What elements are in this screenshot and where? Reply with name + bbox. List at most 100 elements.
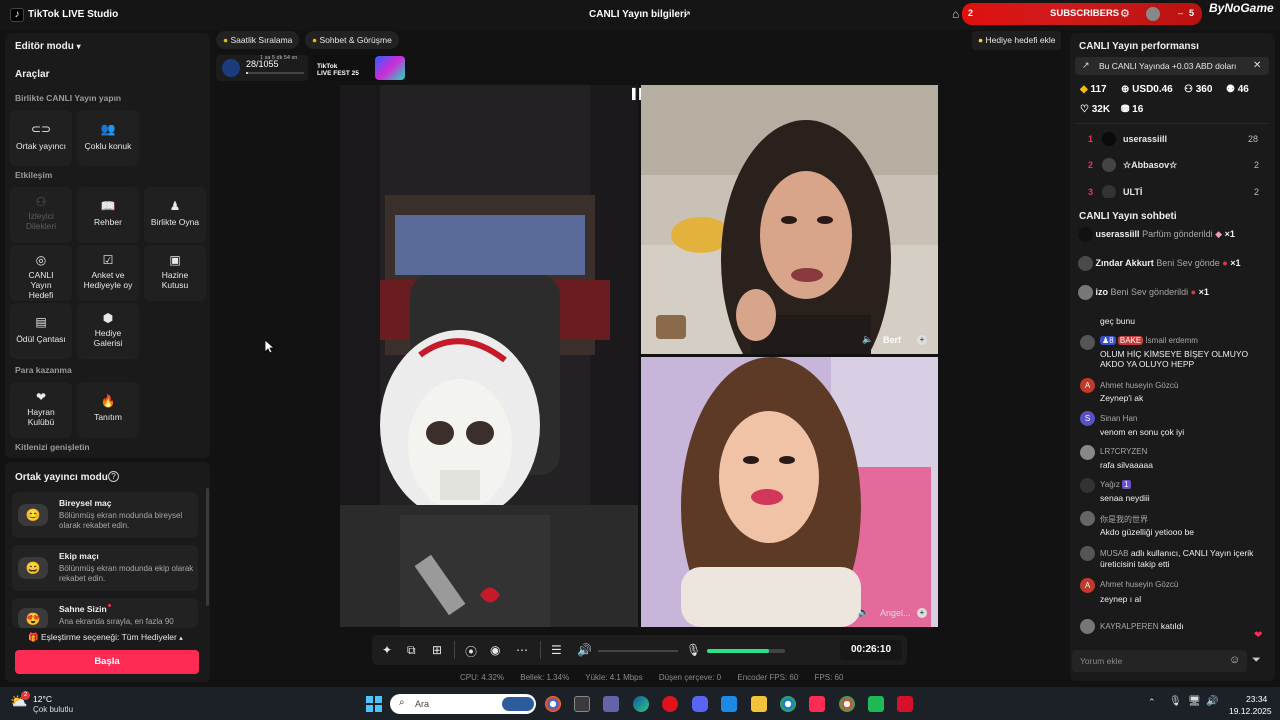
share-icon[interactable]: ↗	[682, 8, 694, 21]
tool-treasure[interactable]: ▣ Hazine Kutusu	[144, 245, 206, 301]
store-icon[interactable]	[574, 696, 590, 712]
teams-icon[interactable]	[603, 696, 619, 712]
weather-desc: Çok bulutlu	[33, 705, 74, 714]
volume-tray-icon[interactable]: 🔊	[1206, 696, 1218, 707]
avatar	[1080, 546, 1095, 561]
app-green-icon[interactable]	[868, 696, 884, 712]
volume-icon[interactable]: 🔊	[577, 643, 592, 657]
volume-slider[interactable]	[598, 650, 678, 652]
tool-poll[interactable]: ☑ Anket ve Hediyeyle oy	[77, 245, 139, 301]
rank-user: userassiill	[1123, 134, 1168, 144]
record-icon[interactable]: ⦿	[465, 643, 477, 660]
add-gift-goal-button[interactable]: ● Hediye hedefi ekle	[972, 31, 1062, 50]
divider	[540, 641, 541, 659]
tool-cohost[interactable]: ⊂⊃ Ortak yayıncı	[10, 110, 72, 166]
clock-date[interactable]: 19.12.2025	[1229, 706, 1272, 716]
tool-multi-guest[interactable]: 👥 Çoklu konuk	[77, 110, 139, 166]
fest-artwork	[375, 56, 405, 80]
gift-text: Beni Sev gönderildi	[1110, 286, 1189, 297]
gifters-stat: ⛃ 16	[1121, 104, 1143, 115]
chevron-up-icon[interactable]: ⌃	[1148, 697, 1156, 708]
mode-desc: Bölünmüş ekran modunda ekip olarak rekab…	[59, 564, 194, 583]
more-icon[interactable]: ⋯	[516, 643, 528, 657]
filter-icon[interactable]: ⏷	[1252, 654, 1261, 667]
opera-icon[interactable]	[662, 696, 678, 712]
guest1-add-icon[interactable]: +	[917, 335, 927, 345]
microphone-icon[interactable]: 🎙	[686, 643, 701, 657]
clock-time[interactable]: 23:34	[1246, 694, 1267, 704]
chrome-profile-icon[interactable]	[780, 696, 796, 712]
discord-icon[interactable]	[692, 696, 708, 712]
gift-text: Beni Sev gönde	[1156, 257, 1220, 268]
trend-icon: ↗	[1082, 60, 1090, 70]
tools-title: Araçlar	[15, 69, 50, 80]
start-button[interactable]: Başla	[15, 650, 199, 674]
dropped-frames-stat: Düşen çerçeve: 0	[658, 673, 722, 682]
microphone-tray-icon[interactable]: 🎙	[1169, 696, 1182, 707]
tool-gift-gallery[interactable]: ⬢ Hediye Galerisi	[77, 303, 139, 359]
ranking-row[interactable]: 1 userassiill 28	[1080, 131, 1260, 151]
tool-guide[interactable]: 📖 Rehber	[77, 187, 139, 243]
apple-gift-icon: ●	[1190, 286, 1197, 297]
camera-icon[interactable]: ◉	[490, 643, 500, 657]
tool-reward-bag[interactable]: ▤ Ödül Çantası	[10, 303, 72, 359]
tool-label: İzleyici Dilekleri	[25, 211, 57, 231]
editor-mode-dropdown[interactable]: Editör modu ▾	[15, 41, 81, 52]
tool-label: Ödül Çantası	[16, 334, 66, 344]
network-icon[interactable]: 🖥	[1188, 696, 1201, 707]
help-icon[interactable]: ?	[108, 471, 119, 482]
chrome-alt-icon[interactable]	[839, 696, 855, 712]
scrollbar[interactable]	[206, 488, 209, 606]
gift-user: userassiill	[1095, 228, 1140, 239]
chat-message: OLUM HİÇ KİMSEYE BİŞEY OLMUYO AKDO YA OL…	[1100, 349, 1249, 369]
tool-promotion[interactable]: 🔥 Tanıtım	[77, 382, 139, 438]
tool-play-together[interactable]: ♟ Birlikte Oyna	[144, 187, 206, 243]
rank-progress-track	[246, 72, 304, 74]
mode-card-individual[interactable]: 😊 Bireysel maç Bölünmüş ekran modunda bi…	[12, 492, 198, 538]
avatar: S	[1080, 411, 1095, 426]
cpu-stat: CPU: 4.32%	[460, 673, 505, 682]
tool-live-goal[interactable]: ◎ CANLI Yayın Hedefi	[10, 245, 72, 301]
poll-icon: ☑	[102, 253, 114, 267]
close-icon[interactable]: ✕	[1253, 60, 1261, 71]
ranking-row[interactable]: 2 ☆Abbasov☆ 2	[1080, 157, 1260, 177]
usd-stat: ⊕ USD0.46	[1121, 84, 1173, 95]
avatar	[1078, 285, 1093, 300]
match-option-dropdown[interactable]: 🎁 Eşleştirme seçeneği: Tüm Hediyeler ▴	[28, 632, 183, 643]
mode-card-stage[interactable]: 😍 Sahne Sizin Ana ekranda sırayla, en fa…	[12, 598, 198, 628]
settings-sliders-icon[interactable]: ☰	[551, 643, 562, 657]
speaker-icon[interactable]: 🔈	[862, 334, 873, 345]
mail-icon[interactable]	[721, 696, 737, 712]
guest2-video-illustration	[641, 357, 938, 627]
avatar	[1102, 185, 1116, 198]
gift-count: ×1	[1224, 228, 1235, 239]
tool-fan-club[interactable]: ❤ Hayran Kulübü	[10, 382, 72, 438]
link-icon: ⊂⊃	[30, 122, 52, 136]
media-player-icon[interactable]	[897, 696, 913, 712]
rank-score: 28	[1248, 134, 1259, 144]
edge-icon[interactable]	[633, 696, 649, 712]
chat-message: Zeynep'i ak	[1100, 393, 1144, 403]
chat-message: rafa silvaaaaa	[1100, 460, 1153, 470]
speaker-icon[interactable]: 🔈	[858, 607, 869, 618]
windows-start-icon[interactable]	[366, 696, 382, 712]
guest2-add-icon[interactable]: +	[917, 608, 927, 618]
chrome-icon[interactable]	[545, 696, 561, 712]
folder-icon[interactable]	[751, 696, 767, 712]
tiktok-studio-icon[interactable]	[809, 696, 825, 712]
layout-icon[interactable]: ⧉	[407, 643, 416, 658]
emoji-icon[interactable]: ☺	[1229, 654, 1240, 666]
tool-label: Rehber	[94, 217, 122, 227]
add-source-icon[interactable]: ⊞	[432, 643, 442, 657]
request-icon: ⚇	[35, 195, 47, 209]
mode-card-team[interactable]: 😄 Ekip maçı Bölünmüş ekran modunda ekip …	[12, 545, 198, 591]
magic-wand-icon[interactable]: ✦	[382, 643, 392, 657]
viewers-value: 360	[1195, 84, 1213, 95]
ranking-row[interactable]: 3 ULTİ 2	[1080, 184, 1260, 198]
likes-stat: ♡ 32K	[1080, 104, 1110, 115]
heart-icon: ❤	[1254, 630, 1263, 641]
hourly-rank-chip[interactable]: ● Saatlik Sıralama	[216, 31, 300, 49]
viewers-stat: ⚇ 360	[1184, 84, 1212, 95]
stream-info-title[interactable]: CANLI Yayın bilgileri	[589, 9, 687, 20]
chat-meet-chip[interactable]: ● Sohbet & Görüşme	[305, 31, 399, 49]
